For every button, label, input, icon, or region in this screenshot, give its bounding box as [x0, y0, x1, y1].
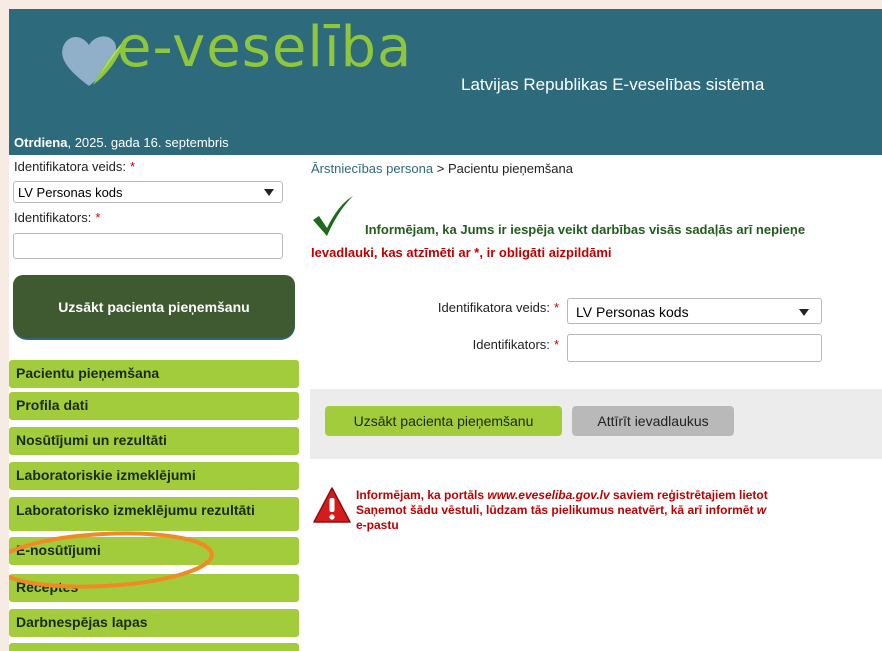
- warning-line-1: Informējam, ka portāls www.eveseliba.gov…: [356, 488, 768, 503]
- form-id-label: Identifikators: *: [404, 337, 559, 352]
- warning-text: Informējam, ka portāls: [356, 488, 488, 502]
- breadcrumb-current: Pacientu pieņemšana: [447, 161, 573, 176]
- breadcrumb-separator: >: [433, 161, 448, 176]
- sidebar-id-label-text: Identifikators:: [14, 210, 92, 225]
- warning-icon: [313, 487, 351, 523]
- nav-item-sick-leave[interactable]: Darbnespējas lapas: [9, 609, 299, 637]
- form-id-type-label-text: Identifikatora veids:: [437, 300, 550, 315]
- nav-item-prescriptions[interactable]: Receptes: [9, 574, 299, 602]
- sidebar-id-type-label-text: Identifikatora veids:: [14, 159, 127, 174]
- form-id-type-label: Identifikatora veids: *: [404, 300, 559, 315]
- required-mark: *: [95, 210, 101, 225]
- action-bar: Uzsākt pacienta pieņemšanu Attīrīt ievad…: [310, 389, 882, 459]
- required-fields-note: Ievadlauki, kas atzīmēti ar *, ir obligā…: [311, 245, 612, 260]
- form-id-type-select[interactable]: LV Personas kods: [567, 298, 822, 324]
- sidebar-id-label: Identifikators: *: [14, 210, 100, 225]
- nav-item-lab-results[interactable]: Laboratorisko izmeklējumu rezultāti: [9, 497, 299, 531]
- sidebar-id-type-select[interactable]: LV Personas kods: [13, 181, 283, 203]
- warning-site-link: www.eveseliba.gov.lv: [487, 488, 610, 502]
- nav-item-more[interactable]: [9, 643, 299, 651]
- warning-text-italic: w: [756, 503, 767, 517]
- required-mark: *: [130, 159, 136, 174]
- logo-text[interactable]: e-veselība: [117, 15, 412, 80]
- form-id-input[interactable]: [567, 334, 822, 362]
- breadcrumb: Ārstniecības persona > Pacientu pieņemša…: [311, 161, 573, 176]
- system-name: Latvijas Republikas E-veselības sistēma: [461, 75, 765, 94]
- nav-item-patient-reception[interactable]: Pacientu pieņemšana: [9, 360, 299, 388]
- warning-text: saviem reģistrētajiem lietot: [609, 488, 768, 502]
- required-mark: *: [553, 337, 559, 352]
- dropdown-caret-icon: [799, 309, 809, 316]
- warning-line-2: Saņemot šādu vēstuli, lūdzam tās pieliku…: [356, 503, 768, 518]
- sidebar-id-type-label: Identifikatora veids: *: [14, 159, 135, 174]
- required-mark: *: [553, 300, 559, 315]
- checkmark-icon: [313, 196, 353, 236]
- app-frame: e-veselība Latvijas Republikas E-veselīb…: [9, 9, 882, 651]
- form-id-type-value: LV Personas kods: [576, 304, 689, 320]
- nav-item-referrals-results[interactable]: Nosūtījumi un rezultāti: [9, 427, 299, 455]
- sidebar-id-input[interactable]: [13, 233, 283, 259]
- dropdown-caret-icon: [264, 189, 274, 196]
- current-date: Otrdiena, 2025. gada 16. septembris: [14, 135, 229, 150]
- security-warning: Informējam, ka portāls www.eveseliba.gov…: [356, 488, 768, 533]
- sidebar-start-reception-button[interactable]: Uzsākt pacienta pieņemšanu: [13, 275, 295, 340]
- nav-item-lab-tests[interactable]: Laboratoriskie izmeklējumi: [9, 462, 299, 490]
- clear-fields-button[interactable]: Attīrīt ievadlaukus: [572, 406, 734, 436]
- warning-line-3: e-pastu: [356, 518, 399, 532]
- breadcrumb-link[interactable]: Ārstniecības persona: [311, 161, 433, 176]
- warning-text: Saņemot šādu vēstuli, lūdzam tās pieliku…: [356, 503, 757, 517]
- sidebar: Identifikatora veids: * LV Personas kods …: [9, 155, 299, 651]
- date-day: Otrdiena: [14, 135, 68, 150]
- sidebar-id-type-value: LV Personas kods: [18, 185, 123, 200]
- nav-item-profile-data[interactable]: Profila dati: [9, 392, 299, 420]
- start-reception-button[interactable]: Uzsākt pacienta pieņemšanu: [325, 406, 562, 436]
- nav-item-e-referrals[interactable]: E-nosūtījumi: [9, 537, 299, 565]
- form-id-label-text: Identifikators:: [472, 337, 550, 352]
- info-message: Informējam, ka Jums ir iespēja veikt dar…: [365, 222, 806, 237]
- header: e-veselība Latvijas Republikas E-veselīb…: [9, 9, 882, 155]
- date-text: , 2025. gada 16. septembris: [67, 135, 229, 150]
